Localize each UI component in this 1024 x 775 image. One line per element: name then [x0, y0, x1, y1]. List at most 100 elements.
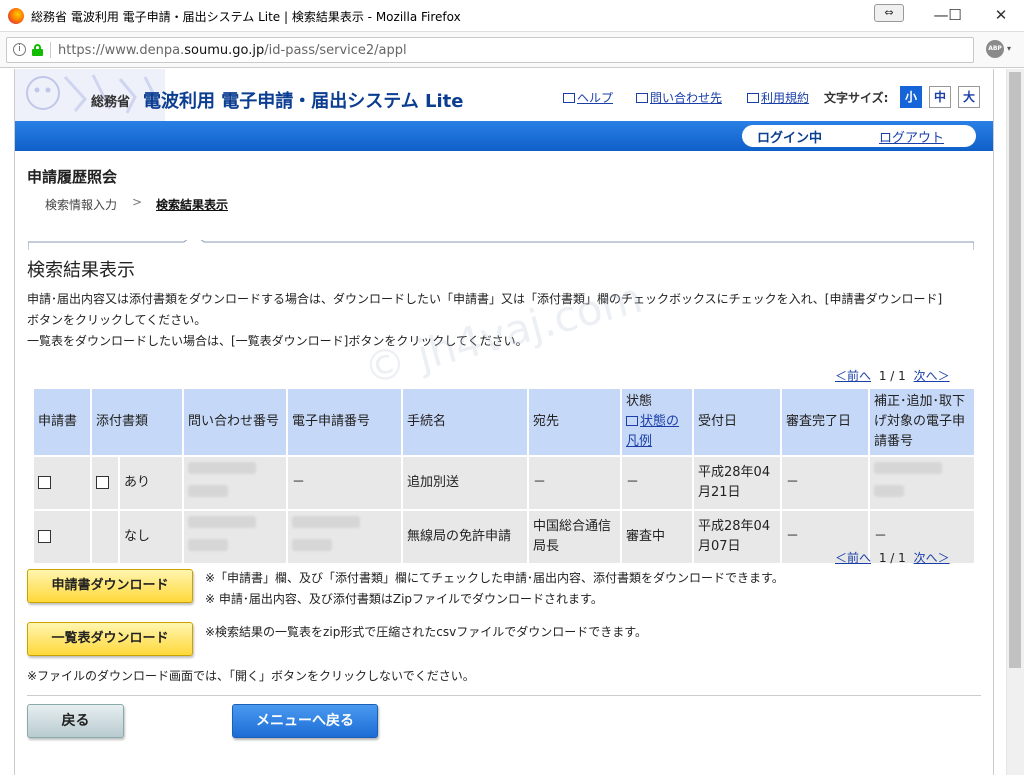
- adblock-caret-icon[interactable]: ▾: [1007, 44, 1011, 53]
- font-size-small-button[interactable]: 小: [900, 86, 922, 108]
- terms-link[interactable]: 利用規約: [747, 89, 809, 106]
- cell-attachment-check: [92, 457, 118, 509]
- cell-inquiry-no: [184, 457, 286, 509]
- divider: [27, 695, 981, 696]
- cell-application-check: [34, 511, 90, 563]
- font-size-label: 文字サイズ:: [824, 91, 889, 105]
- contact-link[interactable]: 問い合わせ先: [636, 89, 722, 106]
- window-title: 総務省 電波利用 電子申請・届出システム Lite | 検索結果表示 - Moz…: [31, 10, 461, 24]
- download-application-note-1: ※「申請書」欄、及び「添付書類」欄にてチェックした申請･届出内容、添付書類をダウ…: [205, 571, 784, 585]
- breadcrumb-separator: >: [132, 195, 143, 209]
- col-header-inquiry-no: 問い合わせ番号: [184, 389, 286, 455]
- table-header-row: 申請書 添付書類 問い合わせ番号 電子申請番号 手続名 宛先 状態 状態の凡例 …: [34, 389, 974, 455]
- cell-e-app-no: －: [288, 457, 401, 509]
- window-titlebar: 総務省 電波利用 電子申請・届出システム Lite | 検索結果表示 - Moz…: [0, 0, 1024, 32]
- status-legend-link[interactable]: 状態の凡例: [626, 412, 688, 452]
- login-status: ログイン中: [757, 131, 823, 146]
- cell-e-app-no: [288, 511, 401, 563]
- application-checkbox[interactable]: [38, 530, 51, 543]
- redacted-value: [188, 485, 228, 497]
- redacted-value: [188, 516, 256, 528]
- close-button[interactable]: ✕: [978, 0, 1024, 30]
- cell-procedure: 無線局の免許申請: [403, 511, 527, 563]
- font-size-medium-button[interactable]: 中: [929, 86, 951, 108]
- redacted-value: [874, 462, 942, 474]
- download-list-note: ※検索結果の一覧表をzip形式で圧縮されたcsvファイルでダウンロードできます。: [205, 625, 648, 639]
- cell-received-date: 平成28年04月07日: [694, 511, 780, 563]
- maximize-button[interactable]: ☐: [932, 0, 978, 30]
- cell-status: －: [622, 457, 692, 509]
- redacted-value: [874, 485, 904, 497]
- col-header-review-done: 審査完了日: [782, 389, 868, 455]
- application-checkbox[interactable]: [38, 476, 51, 489]
- results-table: 申請書 添付書類 問い合わせ番号 電子申請番号 手続名 宛先 状態 状態の凡例 …: [32, 387, 976, 565]
- pager-position: 1 / 1: [878, 551, 906, 565]
- window-link-icon: [747, 93, 759, 103]
- cell-status: 審査中: [622, 511, 692, 563]
- url-input[interactable]: i https://www.denpa.soumu.go.jp/id-pass/…: [6, 37, 974, 63]
- cell-attachment-check: [92, 511, 118, 563]
- window-link-icon: [626, 416, 638, 426]
- col-header-amend-target: 補正･追加･取下げ対象の電子申請番号: [870, 389, 974, 455]
- cell-review-done: －: [782, 457, 868, 509]
- back-button[interactable]: 戻る: [27, 704, 124, 738]
- breadcrumb-current: 検索結果表示: [156, 198, 229, 212]
- pager-position: 1 / 1: [878, 369, 906, 383]
- pager-next-link[interactable]: 次へ＞: [914, 369, 950, 383]
- cell-attachment: あり: [120, 457, 182, 509]
- redacted-value: [188, 539, 228, 551]
- col-header-application: 申請書: [34, 389, 90, 455]
- table-row: なし 無線局の免許申請 中国総合通信局長 審査中 平成28年04月07日 － －: [34, 511, 974, 563]
- breadcrumb-search-input[interactable]: 検索情報入力: [45, 196, 117, 213]
- adblock-icon[interactable]: ABP: [986, 40, 1004, 58]
- cell-attachment: なし: [120, 511, 182, 563]
- breadcrumb-pointer: [28, 240, 974, 250]
- cell-received-date: 平成28年04月21日: [694, 457, 780, 509]
- status-header-label: 状態: [626, 394, 653, 409]
- col-header-e-app-no: 電子申請番号: [288, 389, 401, 455]
- download-application-button[interactable]: 申請書ダウンロード: [27, 569, 193, 603]
- back-to-menu-button[interactable]: メニューへ戻る: [232, 704, 378, 738]
- cell-inquiry-no: [184, 511, 286, 563]
- attachment-checkbox[interactable]: [96, 476, 109, 489]
- download-list-button[interactable]: 一覧表ダウンロード: [27, 622, 193, 656]
- cell-destination: 中国総合通信局長: [529, 511, 620, 563]
- scrollbar-thumb[interactable]: [1009, 72, 1021, 668]
- address-toolbar: i https://www.denpa.soumu.go.jp/id-pass/…: [0, 32, 1024, 68]
- col-header-procedure: 手続名: [403, 389, 527, 455]
- cell-destination: －: [529, 457, 620, 509]
- section-title: 検索結果表示: [27, 260, 135, 281]
- pager-top: ＜前へ 1 / 1 次へ＞: [835, 367, 950, 384]
- org-name: 総務省: [91, 95, 131, 110]
- redacted-value: [188, 462, 256, 474]
- footer-note: ※ファイルのダウンロード画面では、「開く」ボタンをクリックしないでください。: [27, 669, 475, 683]
- info-icon[interactable]: i: [13, 43, 26, 56]
- pager-prev-link[interactable]: ＜前へ: [835, 551, 871, 565]
- col-header-status: 状態 状態の凡例: [622, 389, 692, 455]
- col-header-received-date: 受付日: [694, 389, 780, 455]
- help-link[interactable]: ヘルプ: [563, 89, 613, 106]
- cell-amend-target: [870, 457, 974, 509]
- redacted-value: [292, 539, 332, 551]
- table-row: あり － 追加別送 － － 平成28年04月21日 －: [34, 457, 974, 509]
- pager-prev-link[interactable]: ＜前へ: [835, 369, 871, 383]
- col-header-attachment: 添付書類: [92, 389, 182, 455]
- cell-procedure: 追加別送: [403, 457, 527, 509]
- window-link-icon: [636, 93, 648, 103]
- url-separator: [50, 42, 51, 58]
- resize-icon[interactable]: ⇔: [874, 4, 904, 22]
- window-link-icon: [563, 93, 575, 103]
- redacted-value: [292, 516, 360, 528]
- url-text: https://www.denpa.soumu.go.jp/id-pass/se…: [58, 43, 407, 58]
- pager-bottom: ＜前へ 1 / 1 次へ＞: [835, 549, 950, 566]
- font-size-large-button[interactable]: 大: [958, 86, 980, 108]
- firefox-logo-icon: [8, 8, 24, 24]
- logout-link[interactable]: ログアウト: [879, 127, 944, 146]
- pager-next-link[interactable]: 次へ＞: [914, 551, 950, 565]
- cell-application-check: [34, 457, 90, 509]
- system-title: 電波利用 電子申請・届出システム Lite: [143, 91, 464, 112]
- col-header-destination: 宛先: [529, 389, 620, 455]
- download-application-note-2: ※ 申請･届出内容、及び添付書類はZipファイルでダウンロードされます。: [205, 592, 603, 606]
- page-viewport: 総務省 電波利用 電子申請・届出システム Lite ヘルプ 問い合わせ先 利用規…: [0, 69, 1006, 775]
- lock-icon[interactable]: [32, 44, 43, 56]
